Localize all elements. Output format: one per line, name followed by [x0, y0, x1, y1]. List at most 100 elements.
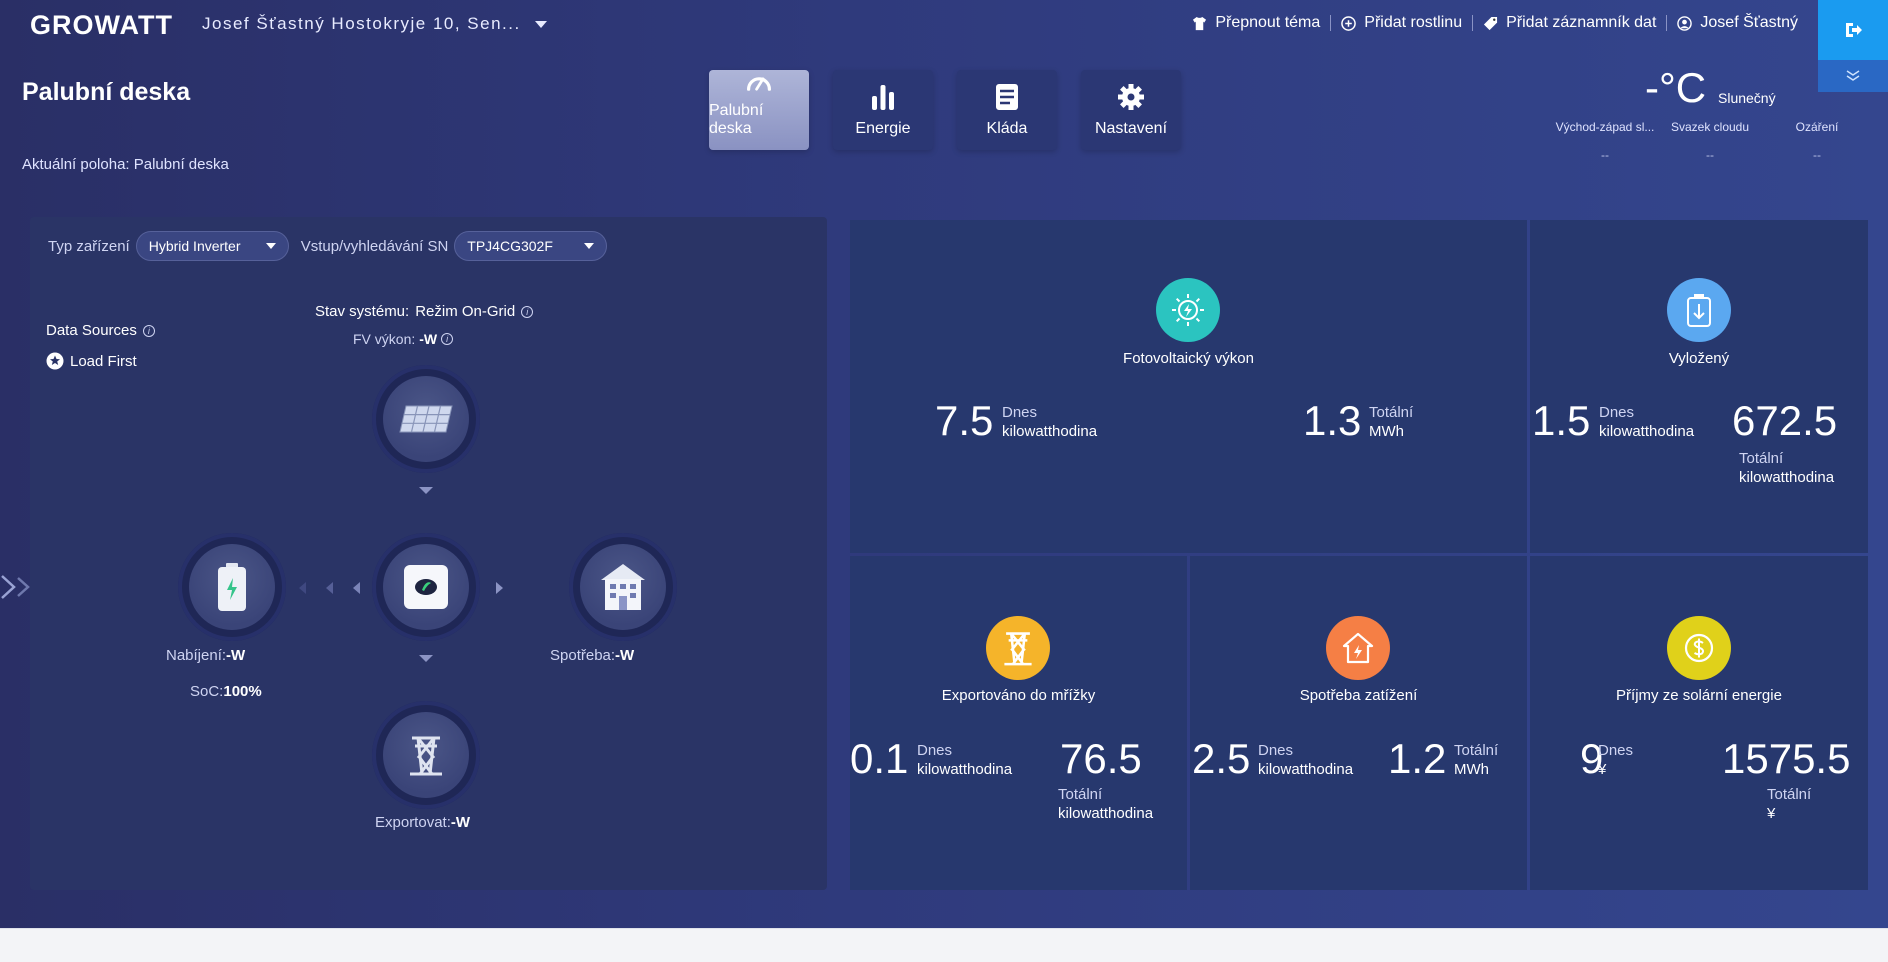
- logout-icon: [1846, 23, 1862, 37]
- app-background: GROWATT Josef Šťastný Hostokryje 10, Sen…: [0, 0, 1888, 928]
- logout-button[interactable]: [1818, 0, 1888, 60]
- plant-selector[interactable]: Josef Šťastný Hostokryje 10, Sen...: [202, 14, 547, 34]
- add-datalogger-link[interactable]: Přidat záznamník dat: [1473, 14, 1666, 32]
- battery-discharge-icon: [1687, 294, 1711, 327]
- shirt-icon: [1193, 16, 1207, 30]
- load-title: Spotřeba zatížení: [1299, 687, 1418, 704]
- tab-settings[interactable]: Nastavení: [1081, 70, 1181, 150]
- weather-condition: Slunečný: [1718, 90, 1776, 106]
- chevron-down-icon: [534, 20, 547, 28]
- tab-label: Kláda: [986, 120, 1028, 137]
- soc-label: SoC:: [190, 683, 224, 700]
- income-total-value: 1575.5: [1722, 735, 1851, 782]
- load-first-mode[interactable]: Load First: [46, 352, 137, 370]
- solar-panel-node: [372, 365, 480, 473]
- double-chevron-down-icon: [1846, 70, 1860, 81]
- income-icon-circle: [1667, 616, 1731, 680]
- discharged-today-unit: Dnes kilowatthodina: [1599, 403, 1694, 441]
- load-total-unit: Totální MWh: [1454, 741, 1498, 779]
- building-icon: [601, 564, 645, 610]
- export-label: Exportovat:: [375, 814, 451, 831]
- total-unit: kilowatthodina: [1739, 469, 1835, 486]
- device-type-value: Hybrid Inverter: [148, 238, 241, 254]
- flow-arrow-right: [496, 582, 503, 594]
- power-tower-icon: [410, 736, 442, 776]
- load-consumption-card: Spotřeba zatížení 2.5 Dnes kilowatthodin…: [1190, 556, 1527, 890]
- system-status-label: Stav systému:: [315, 303, 410, 320]
- soc-value: 100%: [223, 683, 262, 700]
- load-today-unit: Dnes kilowatthodina: [1258, 741, 1353, 779]
- inverter-node: [372, 533, 480, 641]
- switch-theme-link[interactable]: Přepnout téma: [1182, 14, 1330, 32]
- total-label: Totální: [1369, 404, 1414, 421]
- total-label: Totální: [1739, 450, 1784, 467]
- info-icon[interactable]: i: [521, 305, 534, 318]
- load-first-label: Load First: [70, 352, 137, 370]
- export-value: -W: [450, 814, 471, 831]
- discharged-total-unit: Totální kilowatthodina: [1739, 449, 1834, 487]
- flow-arrow-left: [299, 582, 306, 594]
- tab-label: Energie: [855, 120, 911, 137]
- pv-output-title: Fotovoltaický výkon: [1123, 350, 1254, 367]
- export-power: Exportovat:-W: [375, 814, 470, 831]
- data-sources-label: Data Sources: [46, 322, 137, 339]
- tab-dashboard[interactable]: Palubní deska: [709, 70, 809, 150]
- consumption-power: Spotřeba:-W: [550, 647, 634, 664]
- battery-node: [178, 533, 286, 641]
- plus-circle-icon: [1341, 15, 1357, 31]
- info-icon[interactable]: i: [441, 333, 454, 345]
- export-today-unit: Dnes kilowatthodina: [917, 741, 1012, 779]
- energy-flow-panel: Typ zařízení Hybrid Inverter Vstup/vyhle…: [30, 217, 827, 890]
- flow-arrow-left: [353, 582, 360, 594]
- bar-chart-icon: [872, 85, 894, 110]
- footer-strip: [0, 928, 1888, 962]
- export-title: Exportováno do mřížky: [941, 687, 1096, 704]
- switch-theme-label: Přepnout téma: [1215, 14, 1321, 31]
- today-unit: kilowatthodina: [1258, 761, 1354, 778]
- inverter-icon: [404, 565, 448, 609]
- today-unit: kilowatthodina: [1599, 423, 1695, 440]
- flow-arrow-down: [419, 655, 433, 662]
- user-name: Josef Šťastný: [1700, 14, 1798, 31]
- income-today-unit: Dnes ¥: [1598, 741, 1633, 779]
- today-label: Dnes: [1258, 742, 1294, 759]
- charging-value: -W: [226, 647, 246, 664]
- sn-search-select[interactable]: TPJ4CG302F: [454, 231, 608, 261]
- star-circle-icon: [46, 352, 64, 370]
- expand-sidebar-icon[interactable]: [0, 572, 34, 602]
- device-type-select[interactable]: Hybrid Inverter: [135, 231, 289, 261]
- system-status: Stav systému: Režim On-Grid i: [315, 303, 534, 320]
- export-total-value: 76.5: [1060, 735, 1142, 782]
- consumption-label: Spotřeba:: [550, 647, 616, 664]
- charging-power: Nabíjení:-W: [166, 647, 245, 664]
- weather-label: Ozáření: [1795, 120, 1839, 134]
- discharged-today-value: 1.5: [1532, 397, 1591, 444]
- weather-value: --: [1813, 148, 1821, 162]
- pv-power-label: FV výkon:: [353, 331, 416, 347]
- total-unit: MWh: [1454, 761, 1489, 778]
- tab-label: Palubní deska: [709, 102, 764, 137]
- add-plant-label: Přidat rostlinu: [1364, 14, 1463, 31]
- total-unit: ¥: [1767, 805, 1776, 822]
- solar-income-card: Příjmy ze solární energie 9 Dnes ¥ 1575.…: [1530, 556, 1868, 890]
- main-nav: Palubní deska Energie Kláda Nastavení: [709, 70, 1181, 150]
- pv-output-card: Fotovoltaický výkon 7.5 Dnes kilowatthod…: [850, 220, 1527, 553]
- info-icon[interactable]: i: [142, 324, 155, 337]
- weather-irradiance: Ozáření --: [1762, 120, 1872, 162]
- data-sources: Data Sources i: [46, 322, 155, 339]
- collapse-header-button[interactable]: [1818, 60, 1888, 92]
- discharged-total-value: 672.5: [1732, 397, 1838, 444]
- sn-search-label: Vstup/vyhledávání SN: [300, 237, 449, 255]
- total-label: Totální: [1767, 786, 1812, 803]
- grid-export-card: Exportováno do mřížky 0.1 Dnes kilowatth…: [850, 556, 1187, 890]
- income-total-unit: Totální ¥: [1767, 785, 1811, 823]
- tab-energy[interactable]: Energie: [833, 70, 933, 150]
- discharged-card: Vyložený 1.5 Dnes kilowatthodina 672.5 T…: [1530, 220, 1868, 553]
- tab-log[interactable]: Kláda: [957, 70, 1057, 150]
- user-menu[interactable]: Josef Šťastný: [1667, 14, 1808, 32]
- tag-icon: [1484, 16, 1498, 30]
- today-unit: ¥: [1598, 761, 1607, 778]
- add-plant-link[interactable]: Přidat rostlinu: [1331, 14, 1472, 32]
- sun-bolt-icon: [1172, 294, 1204, 326]
- load-icon-circle: [1326, 616, 1390, 680]
